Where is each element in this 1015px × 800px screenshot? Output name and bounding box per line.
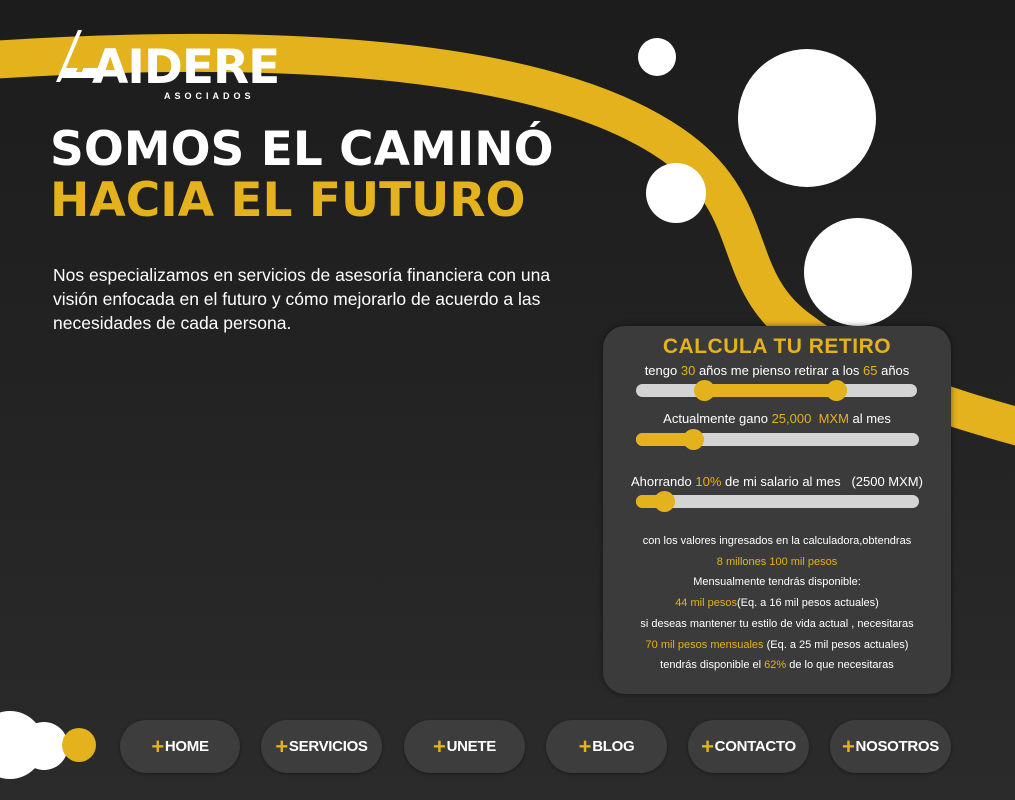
logo-subtext: ASOCIADOS: [164, 91, 255, 101]
savings-label: Ahorrando 10% de mi salario al mes (2500…: [631, 474, 923, 489]
hero-description: Nos especializamos en servicios de aseso…: [53, 265, 551, 333]
headline-line2: HACIA EL FUTURO: [50, 173, 526, 228]
circle-right: [804, 218, 912, 326]
nav-contacto-button[interactable]: + CONTACTO: [688, 720, 809, 773]
nav-servicios-button[interactable]: + SERVICIOS: [261, 720, 382, 773]
logo-wordmark: AIDERE: [92, 40, 280, 95]
plus-icon: +: [701, 733, 714, 759]
retire-age-handle[interactable]: [826, 380, 848, 401]
nav-blog-button[interactable]: + BLOG: [546, 720, 667, 773]
savings-slider[interactable]: [636, 491, 919, 512]
plus-icon: +: [578, 733, 592, 759]
circle-medium: [646, 163, 706, 223]
plus-icon: +: [841, 733, 855, 759]
brand-logo[interactable]: AIDERE ASOCIADOS: [52, 22, 280, 104]
plus-icon: +: [275, 733, 288, 759]
retirement-calculator: CALCULA TU RETIRO tengo 30 años me piens…: [603, 326, 951, 694]
age-label: tengo 30 años me pienso retirar a los 65…: [644, 363, 910, 378]
age-range-slider[interactable]: [636, 380, 917, 401]
result-needed: 70 mil pesos mensuales (Eq. a 25 mil pes…: [645, 638, 909, 651]
hero-headline: SOMOS EL CAMINÓ HACIA EL FUTURO: [50, 124, 554, 226]
circle-small-top: [638, 38, 676, 76]
result-monthly-label: Mensualmente tendrás disponible:: [693, 576, 861, 589]
age-range-fill: [694, 384, 848, 397]
calculator-title: CALCULA TU RETIRO: [662, 335, 892, 358]
nav-unete-button[interactable]: + UNETE: [404, 720, 525, 773]
result-monthly: 44 mil pesos(Eq. a 16 mil pesos actuales…: [675, 597, 879, 610]
nav-home-button[interactable]: + HOME: [120, 720, 240, 773]
income-value: 25,000 MXM: [771, 411, 849, 426]
result-intro: con los valores ingresados en la calcula…: [642, 535, 912, 547]
result-lifestyle-label: si deseas mantener tu estilo de vida act…: [640, 617, 914, 630]
current-age-handle[interactable]: [694, 380, 716, 401]
plus-icon: +: [151, 733, 164, 759]
headline-line1: SOMOS EL CAMINÓ: [50, 122, 554, 177]
circle-large: [738, 49, 876, 187]
savings-percent-value: 10%: [695, 474, 722, 489]
savings-handle[interactable]: [654, 491, 676, 512]
result-total: 8 millones 100 mil pesos: [716, 555, 838, 568]
income-label: Actualmente gano 25,000 MXM al mes: [663, 411, 891, 426]
income-handle[interactable]: [683, 429, 705, 450]
plus-icon: +: [433, 733, 446, 759]
result-percentage: tendrás disponible el 62% de lo que nece…: [660, 659, 894, 672]
income-slider[interactable]: [636, 429, 919, 450]
bottom-navigation: + HOME + SERVICIOS + UNETE + BLOG + CONTACTO …: [0, 720, 1015, 774]
current-age-value: 30: [680, 363, 696, 378]
nav-nosotros-button[interactable]: + NOSOTROS: [830, 720, 951, 773]
calculator-results: con los valores ingresados en la calcula…: [603, 531, 951, 676]
retire-age-value: 65: [863, 363, 878, 378]
